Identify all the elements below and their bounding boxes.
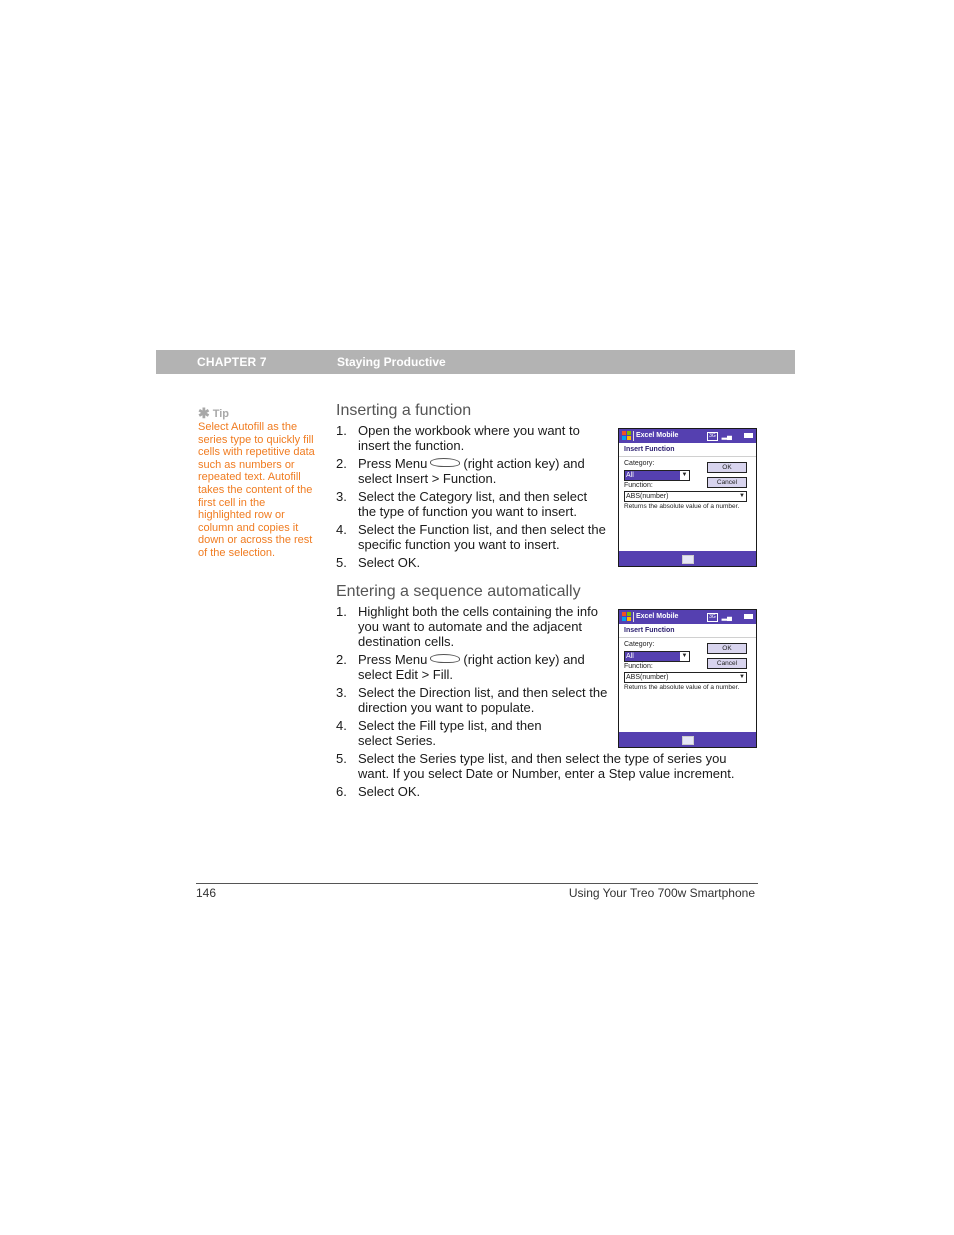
step-item: 4. Select the Fill type list, and then se… (336, 718, 542, 748)
chapter-number: CHAPTER 7 (197, 355, 267, 369)
tip-heading: ✱ Tip (198, 406, 318, 421)
menu-key-icon (430, 654, 461, 663)
cancel-button[interactable]: Cancel (707, 658, 747, 669)
function-label: Function: (624, 482, 653, 489)
tip-sidebar: ✱ Tip Select Autofill as the series type … (198, 406, 318, 560)
chevron-down-icon: ▼ (739, 674, 745, 680)
function-label: Function: (624, 663, 653, 670)
chevron-down-icon: ▼ (680, 652, 689, 661)
signal-icon: ▂▄ (721, 614, 732, 621)
chevron-down-icon: ▼ (680, 471, 689, 480)
cancel-button[interactable]: Cancel (707, 477, 747, 488)
network-3g-icon: 3G (707, 432, 718, 441)
windows-logo-icon (622, 431, 632, 441)
dialog-title: Insert Function (619, 624, 756, 638)
step-item: 6. Select OK. (336, 784, 421, 799)
chapter-title: Staying Productive (337, 355, 446, 369)
phone-title-bar: Excel Mobile 3G ▂▄ (619, 429, 756, 443)
network-3g-icon: 3G (707, 613, 718, 622)
keyboard-icon[interactable] (682, 555, 694, 564)
keyboard-icon[interactable] (682, 736, 694, 745)
windows-logo-icon (622, 612, 632, 622)
step-item: 4. Select the Function list, and then sel… (336, 522, 606, 552)
section-title-entering-sequence: Entering a sequence automatically (336, 583, 581, 600)
category-label: Category: (624, 460, 655, 467)
phone-menu-bar (619, 551, 756, 566)
signal-icon: ▂▄ (721, 433, 732, 440)
menu-key-icon (430, 458, 461, 467)
step-item: 3. Select the Category list, and then sel… (336, 489, 588, 519)
category-select[interactable]: All ▼ (624, 651, 690, 662)
dialog-title: Insert Function (619, 443, 756, 457)
function-description: Returns the absolute value of a number. (624, 684, 740, 691)
function-description: Returns the absolute value of a number. (624, 503, 740, 510)
phone-screenshot-insert-function: Excel Mobile 3G ▂▄ Insert Function Categ… (618, 428, 757, 567)
tip-text: Select Autofill as the series type to qu… (198, 421, 315, 559)
ok-button[interactable]: OK (707, 643, 747, 654)
category-select[interactable]: All ▼ (624, 470, 690, 481)
chapter-header-bar: CHAPTER 7 Staying Productive (156, 350, 795, 374)
step-item: 2. Press Menu (right action key) and selec… (336, 652, 585, 682)
battery-icon (744, 614, 753, 619)
steps-inserting-function: 1. Open the workbook where you want to in… (336, 423, 608, 573)
app-name: Excel Mobile (636, 613, 679, 620)
footer-divider (196, 883, 758, 884)
section-title-inserting-function: Inserting a function (336, 402, 472, 419)
asterisk-icon: ✱ (198, 405, 210, 421)
function-select[interactable]: ABS(number) ▼ (624, 491, 747, 502)
step-item: 1. Open the workbook where you want to in… (336, 423, 580, 453)
step-item: 5. Select OK. (336, 555, 421, 570)
phone-title-bar: Excel Mobile 3G ▂▄ (619, 610, 756, 624)
battery-icon (744, 433, 753, 438)
chevron-down-icon: ▼ (739, 493, 745, 499)
phone-screenshot-insert-function-2: Excel Mobile 3G ▂▄ Insert Function Categ… (618, 609, 757, 748)
phone-menu-bar (619, 732, 756, 747)
book-title: Using Your Treo 700w Smartphone (568, 886, 755, 900)
steps-entering-sequence: 1. Highlight both the cells containing th… (336, 604, 734, 802)
step-item: 2. Press Menu (right action key) and selec… (336, 456, 585, 486)
tip-label: Tip (212, 408, 230, 420)
step-item: 1. Highlight both the cells containing th… (336, 604, 598, 649)
ok-button[interactable]: OK (707, 462, 747, 473)
page-number: 146 (196, 886, 217, 900)
category-label: Category: (624, 641, 655, 648)
step-item: 5. Select the Series type list, and then … (336, 751, 735, 781)
app-name: Excel Mobile (636, 432, 679, 439)
step-item: 3. Select the Direction list, and then se… (336, 685, 608, 715)
function-select[interactable]: ABS(number) ▼ (624, 672, 747, 683)
